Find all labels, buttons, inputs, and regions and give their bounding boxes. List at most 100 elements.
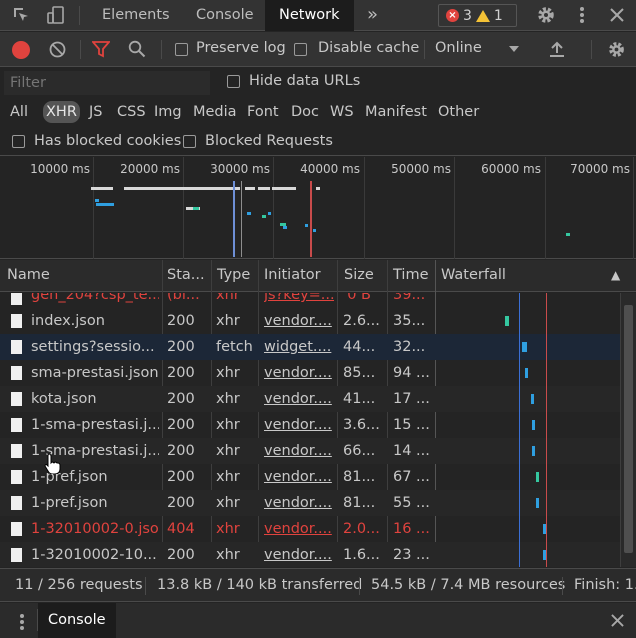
col-header-time[interactable]: Time — [386, 260, 436, 292]
toolbar-separator — [424, 40, 425, 59]
table-row[interactable]: index.json 200 xhr vendor.... 2.6... 35.… — [0, 308, 620, 334]
devtools-tabbar: Elements Console Network » × 3 1 — [0, 0, 636, 31]
table-row[interactable]: kota.json 200 xhr vendor.... 41... 17 ..… — [0, 386, 620, 412]
resources-size: 54.5 kB / 7.4 MB resources — [371, 577, 566, 593]
type-filter-img[interactable]: Img — [151, 101, 185, 123]
overview-tick-label: 40000 ms — [300, 162, 360, 176]
settings-gear-icon[interactable] — [534, 4, 558, 26]
table-scrollbar[interactable] — [620, 293, 636, 567]
file-icon — [11, 392, 22, 406]
close-devtools-icon[interactable] — [605, 4, 629, 26]
file-icon — [11, 418, 22, 432]
blocked-requests-checkbox[interactable] — [183, 135, 196, 148]
table-row[interactable]: gen_204?csp_te... (bl... xhr js?key=... … — [0, 293, 620, 308]
type-filter-media[interactable]: Media — [190, 101, 240, 123]
table-row[interactable]: sma-prestasi.json 200 xhr vendor.... 85.… — [0, 360, 620, 386]
tab-elements[interactable]: Elements — [88, 0, 184, 31]
record-button[interactable] — [12, 41, 30, 59]
type-filter-other[interactable]: Other — [435, 101, 482, 123]
overview-tick-label: 70000 ms — [570, 162, 630, 176]
col-header-waterfall[interactable]: Waterfall — [434, 260, 584, 292]
import-har-icon[interactable] — [549, 41, 565, 62]
close-drawer-icon[interactable] — [611, 614, 624, 631]
file-icon — [11, 444, 22, 458]
type-filter-doc[interactable]: Doc — [288, 101, 322, 123]
type-filter-css[interactable]: CSS — [114, 101, 149, 123]
inspect-element-icon[interactable] — [9, 4, 33, 26]
table-row[interactable]: settings?sessio... 200 fetch widget.... … — [0, 334, 620, 360]
col-header-name[interactable]: Name — [0, 260, 162, 292]
file-icon — [11, 340, 22, 354]
overview-tick-label: 50000 ms — [391, 162, 451, 176]
sort-ascending-icon[interactable]: ▲ — [604, 260, 624, 292]
device-toolbar-icon[interactable] — [44, 4, 68, 26]
toolbar-separator — [591, 40, 592, 59]
table-row[interactable]: 1-sma-prestasi.j... 200 xhr vendor.... 3… — [0, 412, 620, 438]
drawer-menu-icon[interactable] — [19, 613, 25, 635]
filter-icon[interactable] — [91, 41, 111, 62]
preserve-log-checkbox[interactable] — [175, 43, 188, 56]
more-tabs-button[interactable]: » — [353, 0, 392, 31]
finish-time: Finish: 1. — [574, 577, 636, 593]
waterfall-bar — [522, 342, 527, 352]
network-overview[interactable]: 10000 ms 20000 ms 30000 ms 40000 ms 5000… — [0, 157, 636, 259]
file-icon — [11, 314, 22, 328]
warning-icon — [475, 9, 490, 22]
drawer-tabbar: Console — [0, 603, 636, 638]
request-table-body[interactable]: gen_204?csp_te... (bl... xhr js?key=... … — [0, 293, 636, 567]
waterfall-bar — [531, 394, 534, 404]
file-icon — [11, 366, 22, 380]
request-count: 11 / 256 requests — [15, 577, 143, 593]
disable-cache-checkbox[interactable] — [294, 43, 307, 56]
preserve-log-label: Preserve log — [196, 40, 286, 56]
search-icon[interactable] — [128, 40, 146, 62]
overview-domcontentloaded-marker — [233, 181, 235, 257]
tab-network[interactable]: Network — [265, 0, 354, 31]
file-icon — [11, 496, 22, 510]
type-filter-ws[interactable]: WS — [327, 101, 357, 123]
filter-input[interactable] — [4, 71, 210, 95]
has-blocked-cookies-label: Has blocked cookies — [34, 133, 182, 149]
network-status-bar: 11 / 256 requests 13.8 kB / 140 kB trans… — [0, 568, 636, 602]
type-filter-js[interactable]: JS — [86, 101, 105, 123]
warning-count: 1 — [493, 7, 503, 24]
waterfall-bar — [532, 446, 535, 456]
waterfall-bar — [505, 316, 509, 326]
error-count: 3 — [463, 7, 472, 24]
type-filter-font[interactable]: Font — [244, 101, 282, 123]
throttling-select[interactable]: Online — [435, 40, 482, 56]
waterfall-domcontentloaded-line — [519, 293, 520, 567]
waterfall-bar — [525, 368, 528, 378]
table-row[interactable]: 1-sma-prestasi.j... 200 xhr vendor.... 6… — [0, 438, 620, 464]
scrollbar-thumb[interactable] — [624, 305, 633, 553]
overview-tick-label: 60000 ms — [481, 162, 541, 176]
request-table-header: Name Sta... Type Initiator Size Time Wat… — [0, 260, 636, 292]
network-settings-gear-icon[interactable] — [607, 40, 626, 63]
tab-console[interactable]: Console — [182, 0, 268, 31]
col-header-type[interactable]: Type — [210, 260, 258, 292]
chevron-down-icon — [509, 46, 519, 52]
issues-counter[interactable]: × 3 1 — [438, 4, 517, 27]
has-blocked-cookies-checkbox[interactable] — [12, 135, 25, 148]
overview-tick-label: 10000 ms — [30, 162, 90, 176]
col-header-initiator[interactable]: Initiator — [257, 260, 337, 292]
blocked-requests-label: Blocked Requests — [205, 133, 333, 149]
table-row[interactable]: 1-pref.json 200 xhr vendor.... 81... 55 … — [0, 490, 620, 516]
type-filter-manifest[interactable]: Manifest — [362, 101, 430, 123]
file-icon — [11, 470, 22, 484]
col-header-status[interactable]: Sta... — [160, 260, 210, 292]
table-row[interactable]: 1-pref.json 200 xhr vendor.... 81... 67 … — [0, 464, 620, 490]
type-filter-xhr[interactable]: XHR — [43, 101, 80, 123]
table-row[interactable]: 1-32010002-10... 200 xhr vendor.... 1.6.… — [0, 542, 620, 567]
overview-tick-label: 30000 ms — [210, 162, 270, 176]
clear-icon[interactable] — [49, 41, 66, 62]
file-icon — [11, 293, 22, 305]
more-options-icon[interactable] — [570, 4, 594, 26]
type-filter-all[interactable]: All — [7, 101, 31, 123]
drawer-tab-console[interactable]: Console — [38, 603, 116, 638]
table-row[interactable]: 1-32010002-0.json 404 xhr vendor.... 2.0… — [0, 516, 620, 542]
toolbar-separator — [161, 40, 162, 59]
hide-data-urls-checkbox[interactable] — [227, 75, 240, 88]
col-header-size[interactable]: Size — [337, 260, 387, 292]
waterfall-bar — [536, 498, 539, 508]
